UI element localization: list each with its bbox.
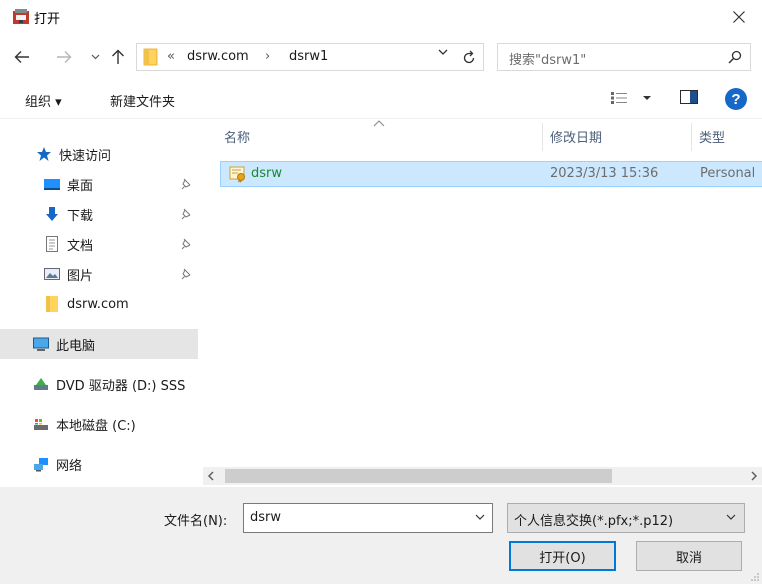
recent-locations-button[interactable] [86,48,104,66]
preview-pane-button[interactable] [680,90,698,104]
window-title: 打开 [34,12,61,27]
filetype-value: 个人信息交换(*.pfx;*.p12) [514,514,674,529]
filename-label: 文件名(N): [164,514,228,529]
desktop-icon [44,179,60,190]
up-arrow-icon [112,49,124,64]
nav-documents[interactable]: 文档 [0,229,198,259]
pin-icon[interactable] [181,268,192,280]
chevron-down-icon [91,54,99,60]
picture-icon [44,268,60,280]
horizontal-scrollbar[interactable] [203,467,762,485]
hard-disk-icon [34,419,48,430]
view-details-icon [611,92,651,104]
column-header-name[interactable]: 名称 [224,127,250,146]
file-list: 名称 修改日期 类型 dsrw 2023/3/13 15:36 Personal [205,119,762,467]
column-header-modified[interactable]: 修改日期 [550,127,602,146]
file-name: dsrw [251,166,283,181]
filename-value: dsrw [250,510,282,525]
search-icon[interactable] [728,50,742,64]
dvd-drive-icon [34,378,48,390]
pin-icon[interactable] [181,238,192,250]
address-bar[interactable]: « dsrw.com › dsrw1 [136,43,484,71]
nav-local-disk[interactable]: 本地磁盘 (C:) [0,409,198,439]
nav-quick-access[interactable]: 快速访问 [0,139,198,169]
app-icon [13,9,29,24]
nav-pictures[interactable]: 图片 [0,259,198,289]
scroll-left-icon[interactable] [206,470,216,482]
forward-button[interactable] [55,48,73,66]
column-divider[interactable] [542,123,543,151]
nav-desktop-label: 桌面 [67,178,94,194]
navigation-pane: 快速访问 桌面 下载 文档 图片 dsrw.com 此电脑 DVD 驱动器 (D… [0,119,203,487]
cancel-button[interactable]: 取消 [636,541,742,571]
help-icon[interactable]: ? [725,88,747,110]
command-bar: 组织 ▾ 新建文件夹 ? [0,80,762,118]
nav-dvd-drive-label: DVD 驱动器 (D:) SSS [56,378,186,394]
file-row[interactable]: dsrw 2023/3/13 15:36 Personal [220,161,762,187]
dialog-footer: 文件名(N): dsrw 个人信息交换(*.pfx;*.p12) 打开(O) 取… [0,487,762,584]
nav-quick-access-label: 快速访问 [59,148,112,164]
chevron-down-icon [726,514,736,520]
change-view-button[interactable] [610,91,654,109]
network-icon [34,458,48,472]
organize-menu[interactable]: 组织 ▾ [25,91,62,110]
computer-icon [33,337,49,351]
nav-local-disk-label: 本地磁盘 (C:) [56,418,136,434]
nav-documents-label: 文档 [67,238,94,254]
nav-dsrw-com-label: dsrw.com [67,296,129,312]
scrollbar-thumb[interactable] [225,469,612,483]
star-icon [37,147,51,161]
download-icon [46,207,58,221]
resize-grip-icon[interactable] [750,572,760,582]
column-header-type[interactable]: 类型 [699,127,725,146]
forward-arrow-icon [57,51,72,63]
pin-icon[interactable] [181,208,192,220]
breadcrumb-separator: › [265,49,271,64]
certificate-file-icon [229,166,245,183]
close-icon [733,11,745,23]
refresh-button[interactable] [456,43,484,71]
folder-icon [143,48,158,66]
breadcrumb-overflow[interactable]: « [167,49,175,64]
search-input[interactable]: 搜索"dsrw1" [497,43,751,71]
nav-this-pc-label: 此电脑 [56,338,96,354]
address-dropdown-icon[interactable] [438,49,448,56]
scroll-right-icon[interactable] [749,470,759,482]
address-row: « dsrw.com › dsrw1 搜索"dsrw1" [0,38,762,76]
nav-this-pc[interactable]: 此电脑 [0,329,198,359]
sort-ascending-icon [373,120,385,127]
new-folder-button[interactable]: 新建文件夹 [110,91,175,110]
nav-dvd-drive[interactable]: DVD 驱动器 (D:) SSS [0,369,198,399]
open-button[interactable]: 打开(O) [509,541,616,571]
nav-network-label: 网络 [56,458,83,474]
file-type: Personal [700,166,756,181]
nav-dsrw-com[interactable]: dsrw.com [0,289,198,319]
back-button[interactable] [13,48,31,66]
filetype-select[interactable]: 个人信息交换(*.pfx;*.p12) [507,503,745,533]
pin-icon[interactable] [181,178,192,190]
nav-downloads[interactable]: 下载 [0,199,198,229]
folder-icon [46,296,58,312]
back-arrow-icon [14,51,29,63]
nav-pictures-label: 图片 [67,268,94,284]
close-button[interactable] [716,0,762,34]
up-button[interactable] [109,48,127,66]
nav-desktop[interactable]: 桌面 [0,169,198,199]
nav-network[interactable]: 网络 [0,449,198,479]
file-modified: 2023/3/13 15:36 [550,166,659,181]
refresh-icon [463,50,475,64]
search-placeholder: 搜索"dsrw1" [509,53,587,68]
title-bar: 打开 [0,0,762,34]
breadcrumb-dsrw-com[interactable]: dsrw.com [187,49,249,64]
document-icon [46,236,58,252]
breadcrumb-dsrw1[interactable]: dsrw1 [289,49,328,64]
filename-input[interactable]: dsrw [243,503,493,533]
nav-downloads-label: 下载 [67,208,94,224]
chevron-down-icon[interactable] [475,514,485,521]
column-divider[interactable] [691,123,692,151]
